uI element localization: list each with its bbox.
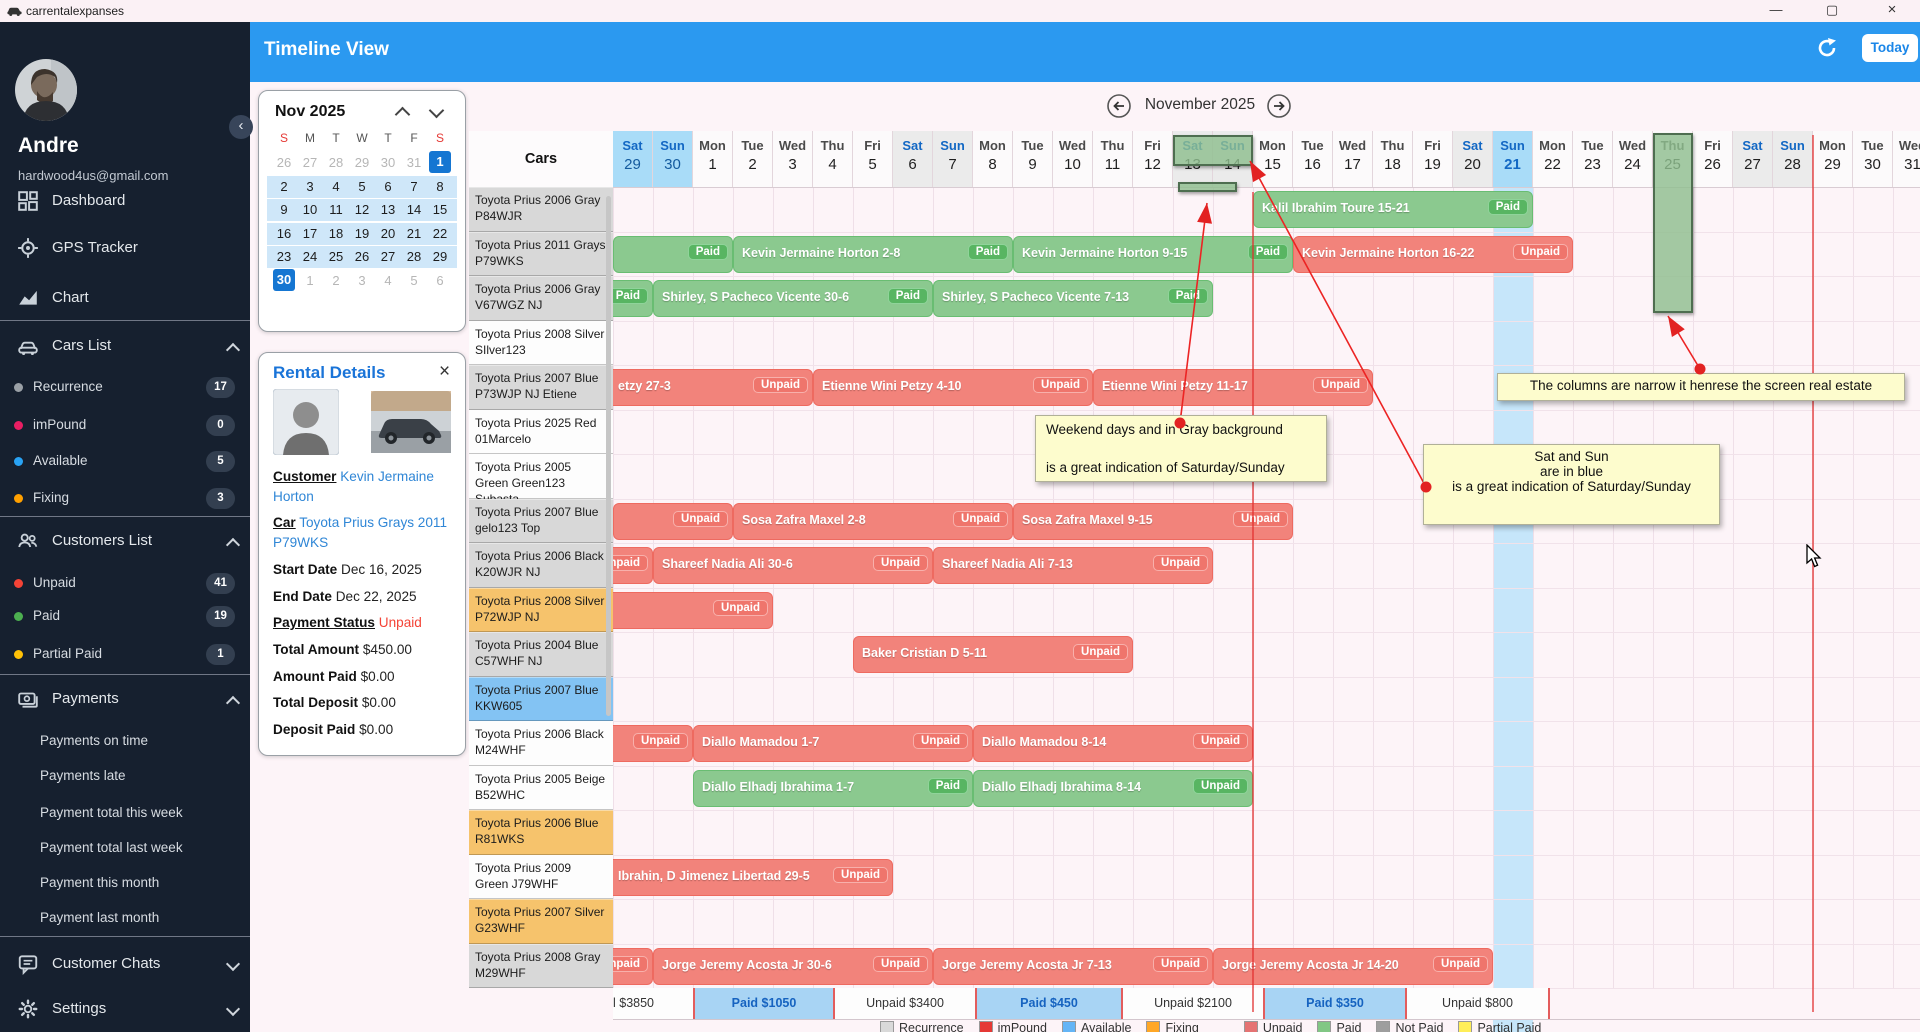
annotation-arrowheads	[0, 0, 1920, 1032]
sidebar-collapse-button[interactable]: ‹	[229, 115, 253, 139]
mouse-cursor	[1806, 544, 1828, 570]
app-window: carrentalexpanses — ▢ × Andre hardwood4u…	[0, 0, 1920, 1032]
